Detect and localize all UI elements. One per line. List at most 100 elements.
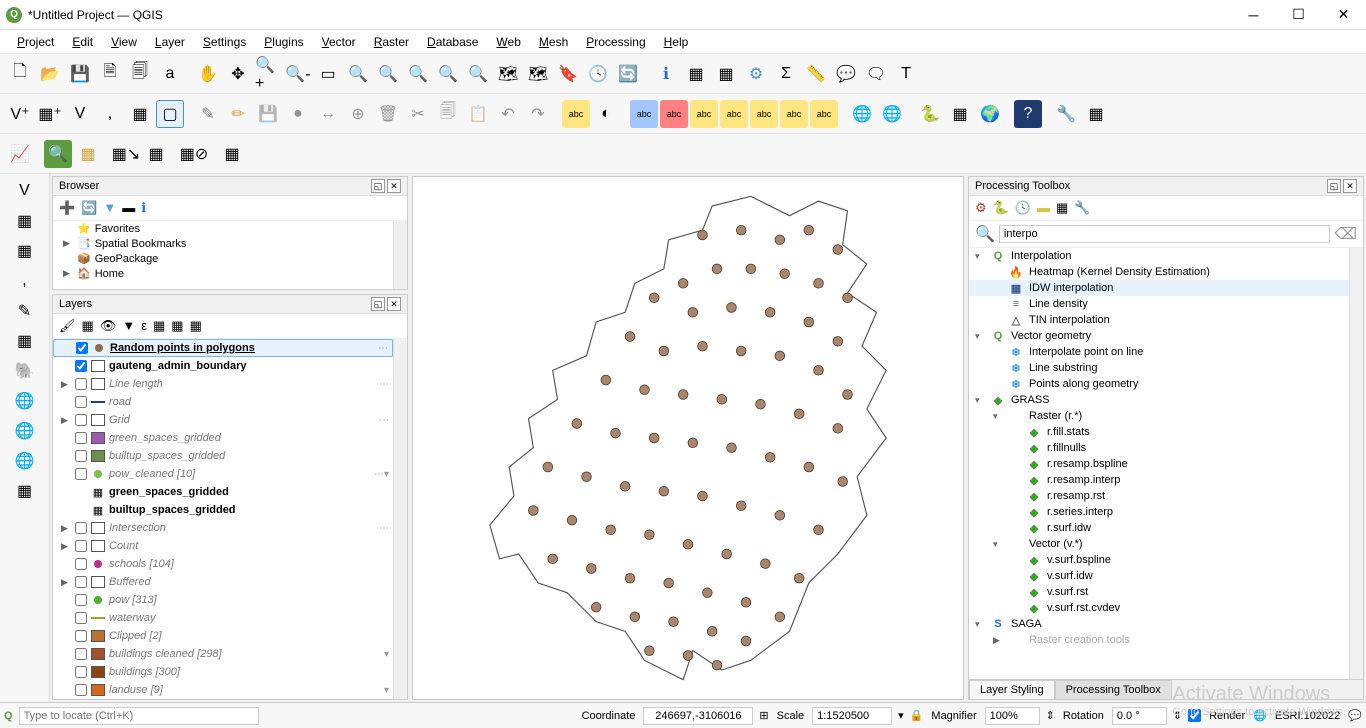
processing-item[interactable]: ❄Points along geometry — [969, 376, 1349, 392]
processing-results-icon[interactable]: ▬ — [1037, 200, 1050, 216]
processing-search-input[interactable] — [999, 225, 1330, 243]
open-project-icon[interactable]: 📂 — [36, 60, 64, 88]
processing-item[interactable]: ▦IDW interpolation — [969, 280, 1349, 296]
layer-row[interactable]: pow_cleaned [10]⋯▾ — [53, 465, 393, 483]
chart-icon[interactable]: 📈 — [6, 140, 34, 168]
zoom-full-icon[interactable]: 🔍 — [344, 60, 372, 88]
cut-icon[interactable]: ✂ — [404, 100, 432, 128]
browser-filter-icon[interactable]: ▼ — [103, 200, 116, 216]
label-abc-1-icon[interactable]: abc — [562, 100, 590, 128]
select-by-icon[interactable]: ▦ — [74, 140, 102, 168]
csv-layer-icon[interactable]: , — [12, 268, 38, 294]
zoom-layer-icon[interactable]: 🔍 — [404, 60, 432, 88]
paste-icon[interactable]: 📋 — [464, 100, 492, 128]
browser-props-icon[interactable]: ℹ — [141, 200, 146, 216]
menu-plugins[interactable]: Plugins — [255, 33, 312, 51]
layer-row[interactable]: buildings [300] — [53, 663, 393, 681]
world-icon[interactable]: 🌍 — [976, 100, 1004, 128]
pan-icon[interactable]: ✋ — [194, 60, 222, 88]
menu-mesh[interactable]: Mesh — [530, 33, 577, 51]
menu-web[interactable]: Web — [487, 33, 529, 51]
new-project-icon[interactable]: 🗋 — [6, 60, 34, 88]
move-feature-icon[interactable]: ↔ — [314, 100, 342, 128]
add-raster-icon[interactable]: ▦⁺ — [36, 100, 64, 128]
layer-row[interactable]: road — [53, 393, 393, 411]
mesh-layer-icon[interactable]: ▦ — [12, 238, 38, 264]
layers-visibility-icon[interactable]: 👁 — [100, 318, 117, 334]
layer-visibility-checkbox[interactable] — [75, 666, 87, 678]
zoom-native-icon[interactable]: ▭ — [314, 60, 342, 88]
layers-remove-icon[interactable]: ▦ — [190, 318, 202, 334]
processing-item[interactable]: ◆v.surf.bspline — [969, 552, 1349, 568]
render-checkbox[interactable] — [1188, 709, 1201, 722]
zoom-in-icon[interactable]: 🔍+ — [254, 60, 282, 88]
select-all-icon[interactable]: ▦ — [142, 140, 170, 168]
text-annotation-icon[interactable]: T — [892, 60, 920, 88]
qgis-status-icon[interactable]: Q — [4, 710, 13, 722]
python-icon[interactable]: 🐍 — [916, 100, 944, 128]
processing-script-icon[interactable]: 🐍 — [993, 200, 1009, 216]
node-tool-icon[interactable]: ⊕ — [344, 100, 372, 128]
zoom-next-icon[interactable]: 🔍 — [464, 60, 492, 88]
delete-icon[interactable]: 🗑 — [374, 100, 402, 128]
layer-row[interactable]: builtup_spaces_gridded — [53, 447, 393, 465]
toolbox-icon[interactable]: ⚙ — [742, 60, 770, 88]
maptips-icon[interactable]: 💬 — [832, 60, 860, 88]
browser-add-icon[interactable]: ➕ — [59, 200, 75, 216]
field-calc-icon[interactable]: ▦ — [712, 60, 740, 88]
save-edits-icon[interactable]: 💾 — [254, 100, 282, 128]
plugin-2-icon[interactable]: ▦ — [1082, 100, 1110, 128]
raster-grid-icon[interactable]: ▦ — [946, 100, 974, 128]
layer-visibility-checkbox[interactable] — [75, 558, 87, 570]
layer-visibility-checkbox[interactable] — [75, 630, 87, 642]
processing-edit-icon[interactable]: ▦ — [1056, 200, 1068, 216]
processing-item[interactable]: ◆r.surf.idw — [969, 520, 1349, 536]
mag-spinner-icon[interactable]: ⇕ — [1046, 709, 1055, 722]
processing-item[interactable]: ◆r.resamp.rst — [969, 488, 1349, 504]
add-gps-icon[interactable]: ▦ — [126, 100, 154, 128]
label-red-icon[interactable]: abc — [660, 100, 688, 128]
layers-expression-icon[interactable]: ε — [141, 318, 147, 334]
crs-label[interactable]: ESRI:102022 — [1273, 710, 1342, 722]
layer-visibility-checkbox[interactable] — [75, 450, 87, 462]
locator-input[interactable] — [19, 707, 259, 725]
layer-row[interactable]: ▶Count — [53, 537, 393, 555]
copy-icon[interactable]: 🗐 — [434, 100, 462, 128]
wcs-icon[interactable]: 🌐 — [12, 418, 38, 444]
processing-item[interactable]: ◆r.fill.stats — [969, 424, 1349, 440]
processing-item[interactable]: ◆r.resamp.interp — [969, 472, 1349, 488]
processing-item[interactable]: ▾QVector geometry — [969, 328, 1349, 344]
zoom-selection-icon[interactable]: 🔍 — [374, 60, 402, 88]
menu-processing[interactable]: Processing — [577, 33, 654, 51]
annotation-icon[interactable]: 🗨 — [862, 60, 890, 88]
layer-visibility-checkbox[interactable] — [75, 594, 87, 606]
menu-layer[interactable]: Layer — [146, 33, 194, 51]
pan-selection-icon[interactable]: ✥ — [224, 60, 252, 88]
layers-expand-icon[interactable]: ▦ — [153, 318, 165, 334]
add-feature-icon[interactable]: ● — [284, 100, 312, 128]
browser-item[interactable]: 📦GeoPackage — [53, 251, 393, 266]
layout-manager-icon[interactable]: 🗐 — [126, 60, 154, 88]
layer-visibility-checkbox[interactable] — [75, 684, 87, 696]
layer-visibility-checkbox[interactable] — [75, 522, 87, 534]
close-button[interactable]: ✕ — [1321, 0, 1366, 30]
processing-item[interactable]: ▾Vector (v.*) — [969, 536, 1349, 552]
layer-visibility-checkbox[interactable] — [75, 540, 87, 552]
help-icon[interactable]: ? — [1014, 100, 1042, 128]
processing-item[interactable]: ◆r.fillnulls — [969, 440, 1349, 456]
browser-collapse-icon[interactable]: ▬ — [122, 200, 135, 216]
browser-item[interactable]: ⭐Favorites — [53, 221, 393, 236]
layer-visibility-checkbox[interactable] — [76, 342, 88, 354]
map-canvas[interactable] — [412, 176, 964, 700]
layers-style-icon[interactable]: 🖌 — [59, 318, 76, 334]
browser-item[interactable]: ▶📑Spatial Bookmarks — [53, 236, 393, 251]
processing-scrollbar[interactable] — [1349, 248, 1363, 679]
menu-edit[interactable]: Edit — [63, 33, 102, 51]
wms-icon[interactable]: 🌐 — [12, 388, 38, 414]
layer-visibility-checkbox[interactable] — [75, 360, 87, 372]
new-3d-view-icon[interactable]: 🗺 — [524, 60, 552, 88]
redo-icon[interactable]: ↷ — [524, 100, 552, 128]
menu-database[interactable]: Database — [418, 33, 487, 51]
layer-visibility-checkbox[interactable] — [75, 468, 87, 480]
layer-row[interactable]: ▦green_spaces_gridded — [53, 483, 393, 501]
